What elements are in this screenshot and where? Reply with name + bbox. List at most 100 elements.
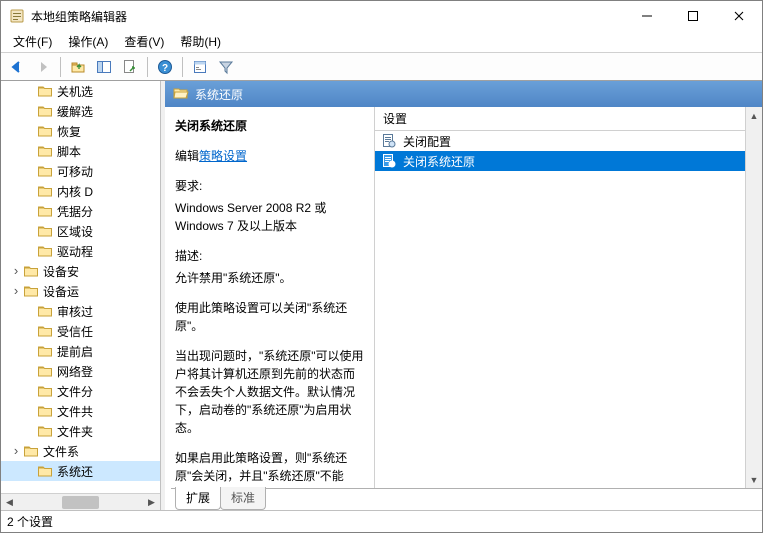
column-header-setting[interactable]: 设置 — [375, 107, 745, 131]
folder-icon — [23, 283, 39, 299]
tree-item[interactable]: 审核过 — [1, 301, 160, 321]
desc-text-2: 使用此策略设置可以关闭"系统还原"。 — [175, 299, 364, 335]
tree-pane: 关机选缓解选恢复脚本可移动内核 D凭据分区域设驱动程›设备安›设备运审核过受信任… — [1, 81, 161, 510]
scroll-up-button[interactable]: ▲ — [746, 107, 762, 124]
menu-action[interactable]: 操作(A) — [60, 31, 116, 52]
req-text: Windows Server 2008 R2 或 Windows 7 及以上版本 — [175, 199, 364, 235]
folder-icon — [37, 343, 53, 359]
tree-item-label: 脚本 — [57, 143, 81, 160]
tree-item[interactable]: 缓解选 — [1, 101, 160, 121]
description-text: 要求: Windows Server 2008 R2 或 Windows 7 及… — [175, 177, 364, 482]
tree-item-label: 区域设 — [57, 223, 93, 240]
tree-item[interactable]: 内核 D — [1, 181, 160, 201]
help-button[interactable]: ? — [153, 55, 177, 79]
scroll-right-button[interactable]: ▶ — [143, 494, 160, 511]
expander-icon[interactable]: › — [7, 444, 25, 458]
list-item-label: 关闭系统还原 — [403, 153, 475, 170]
folder-icon — [37, 123, 53, 139]
menu-view[interactable]: 查看(V) — [116, 31, 172, 52]
menu-help[interactable]: 帮助(H) — [172, 31, 229, 52]
list-item[interactable]: 关闭系统还原 — [375, 151, 745, 171]
list-item[interactable]: 关闭配置 — [375, 131, 745, 151]
description-pane: 关闭系统还原 编辑策略设置 要求: Windows Server 2008 R2… — [165, 107, 375, 488]
tree-item[interactable]: 文件分 — [1, 381, 160, 401]
right-header-title: 系统还原 — [195, 86, 243, 103]
edit-policy-line: 编辑策略设置 — [175, 147, 364, 165]
minimize-button[interactable] — [624, 1, 670, 31]
right-vertical-scrollbar[interactable]: ▲ ▼ — [745, 107, 762, 488]
desc-text-4: 如果启用此策略设置，则"系统还原"会关闭，并且"系统还原"不能 — [175, 449, 364, 482]
tree-item[interactable]: 网络登 — [1, 361, 160, 381]
tree-scroll[interactable]: 关机选缓解选恢复脚本可移动内核 D凭据分区域设驱动程›设备安›设备运审核过受信任… — [1, 81, 160, 493]
tree-item-label: 设备运 — [43, 283, 79, 300]
scroll-down-button[interactable]: ▼ — [746, 471, 762, 488]
folder-icon — [37, 403, 53, 419]
tree-item-label: 凭据分 — [57, 203, 93, 220]
folder-icon — [37, 143, 53, 159]
tree-item-label: 网络登 — [57, 363, 93, 380]
tree-item[interactable]: 驱动程 — [1, 241, 160, 261]
tree-item[interactable]: 提前启 — [1, 341, 160, 361]
tree-item[interactable]: ›设备安 — [1, 261, 160, 281]
tree-item[interactable]: 区域设 — [1, 221, 160, 241]
tree-item[interactable]: 恢复 — [1, 121, 160, 141]
tree-item[interactable]: › 设备运 — [1, 281, 160, 301]
expander-icon[interactable]: › — [7, 284, 25, 298]
right-header: 系统还原 — [165, 81, 762, 107]
forward-button[interactable] — [31, 55, 55, 79]
folder-icon — [37, 183, 53, 199]
tab-standard[interactable]: 标准 — [220, 487, 266, 510]
req-label: 要求: — [175, 177, 364, 195]
scrollbar-track-v[interactable] — [746, 124, 762, 471]
tree-item[interactable]: 系统还 — [1, 461, 160, 481]
app-icon — [9, 8, 25, 24]
tree-item-label: 关机选 — [57, 83, 93, 100]
export-list-button[interactable] — [118, 55, 142, 79]
folder-icon — [37, 383, 53, 399]
filter-button[interactable] — [214, 55, 238, 79]
folder-icon — [37, 303, 53, 319]
window-buttons — [624, 1, 762, 31]
tree-item-label: 审核过 — [57, 303, 93, 320]
folder-icon — [37, 223, 53, 239]
settings-list-pane: 设置 关闭配置关闭系统还原 — [375, 107, 745, 488]
back-button[interactable] — [5, 55, 29, 79]
close-button[interactable] — [716, 1, 762, 31]
tree-item[interactable]: 文件共 — [1, 401, 160, 421]
tree-item[interactable]: 凭据分 — [1, 201, 160, 221]
toolbar: ? — [1, 53, 762, 81]
scrollbar-track[interactable] — [18, 494, 143, 511]
scrollbar-thumb[interactable] — [62, 496, 100, 509]
tree-item[interactable]: 文件夹 — [1, 421, 160, 441]
edit-policy-link[interactable]: 策略设置 — [199, 149, 247, 163]
tree-item-label: 文件共 — [57, 403, 93, 420]
tree-item[interactable]: 受信任 — [1, 321, 160, 341]
policy-title: 关闭系统还原 — [175, 117, 364, 135]
folder-icon — [37, 203, 53, 219]
maximize-button[interactable] — [670, 1, 716, 31]
tree-item[interactable]: › 文件系 — [1, 441, 160, 461]
properties-button[interactable] — [188, 55, 212, 79]
tree-horizontal-scrollbar[interactable]: ◀ ▶ — [1, 493, 160, 510]
tab-extended[interactable]: 扩展 — [175, 487, 221, 510]
tree-item-label: 内核 D — [57, 183, 93, 200]
list-item-label: 关闭配置 — [403, 133, 451, 150]
expander-icon[interactable]: › — [7, 264, 25, 278]
menubar: 文件(F) 操作(A) 查看(V) 帮助(H) — [1, 31, 762, 53]
folder-icon — [37, 163, 53, 179]
up-button[interactable] — [66, 55, 90, 79]
desc-text-3: 当出现问题时，"系统还原"可以使用户将其计算机还原到先前的状态而不会丢失个人数据… — [175, 347, 364, 437]
tree-item-label: 受信任 — [57, 323, 93, 340]
tree-item[interactable]: 可移动 — [1, 161, 160, 181]
menu-file[interactable]: 文件(F) — [5, 31, 60, 52]
tree-item[interactable]: 关机选 — [1, 81, 160, 101]
tree-item[interactable]: 脚本 — [1, 141, 160, 161]
tree-item-label: 系统还 — [57, 463, 93, 480]
show-hide-tree-button[interactable] — [92, 55, 116, 79]
policy-icon — [381, 133, 397, 149]
toolbar-separator-3 — [182, 57, 183, 77]
scroll-left-button[interactable]: ◀ — [1, 494, 18, 511]
settings-rows: 关闭配置关闭系统还原 — [375, 131, 745, 488]
tree-item-label: 文件系 — [43, 443, 79, 460]
tree-item-label: 驱动程 — [57, 243, 93, 260]
